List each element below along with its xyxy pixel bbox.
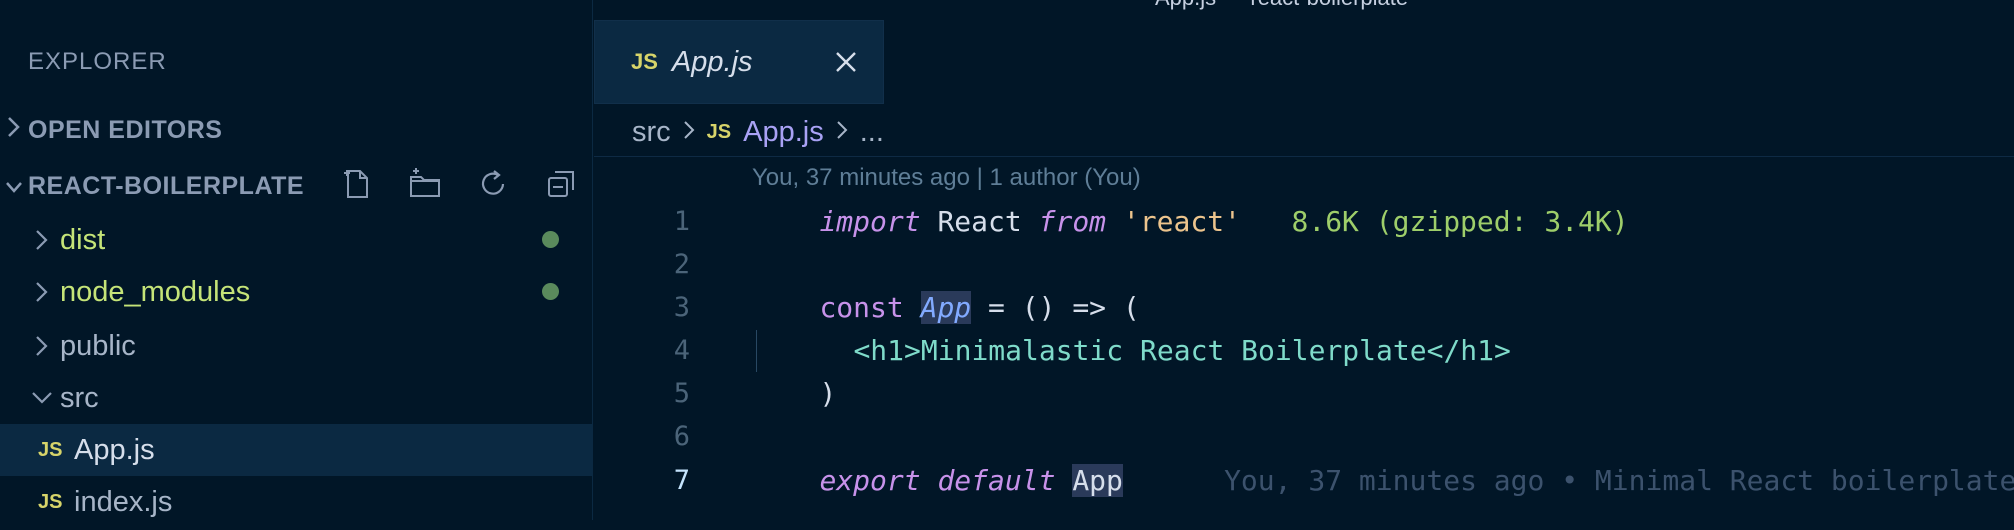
chevron-right-icon: [24, 229, 60, 251]
identifier-highlight: App: [1072, 463, 1123, 497]
keyword: default: [937, 463, 1056, 497]
tab-label: App.js: [671, 45, 753, 78]
chevron-right-icon: [836, 116, 848, 149]
new-folder-icon[interactable]: [404, 164, 446, 204]
explorer-toolbar: [336, 164, 582, 204]
code-line-5[interactable]: 5 ): [594, 372, 2014, 414]
breadcrumb-folder[interactable]: src: [632, 116, 671, 149]
tree-item-label: node_modules: [60, 275, 251, 308]
line-number: 3: [673, 291, 690, 323]
breadcrumb-more[interactable]: ...: [860, 116, 884, 149]
tree-item-label: App.js: [74, 433, 155, 466]
keyword: export: [819, 463, 921, 497]
code-line-1[interactable]: 1 import React from 'react' 8.6K (gzippe…: [594, 200, 2014, 242]
open-editors-section[interactable]: OPEN EDITORS: [0, 110, 222, 150]
tree-item-label: index.js: [74, 485, 173, 518]
collapse-all-icon[interactable]: [540, 164, 582, 204]
line-number: 5: [673, 377, 690, 409]
editor-divider: [594, 156, 2014, 157]
js-file-icon: JS: [706, 120, 732, 143]
keyword: from: [1038, 204, 1107, 238]
code-line-7[interactable]: 7 export default App You, 37 minutes ago…: [594, 459, 2014, 501]
tree-file-app-js[interactable]: JS App.js: [0, 424, 592, 476]
line-number: 2: [673, 248, 690, 280]
git-blame-annotation: You, 37 minutes ago • Minimal React boil…: [1224, 463, 2014, 497]
close-icon[interactable]: [829, 45, 863, 79]
breadcrumb: src JS App.js ...: [632, 112, 884, 152]
tree-item-label: src: [60, 381, 99, 414]
new-file-icon[interactable]: [336, 164, 378, 204]
jsx-element: <h1>Minimalastic React Boilerplate</h1>: [853, 333, 1511, 367]
line-number: 1: [673, 205, 690, 237]
import-cost-annotation: 8.6K (gzipped: 3.4K): [1240, 204, 1629, 238]
tree-item-label: public: [60, 329, 136, 362]
modified-dot: [542, 283, 559, 300]
chevron-right-icon: [683, 116, 695, 149]
tree-folder-public[interactable]: public: [0, 320, 592, 372]
line-number: 6: [673, 420, 690, 452]
tree-item-label: dist: [60, 223, 106, 256]
open-editors-label: OPEN EDITORS: [28, 115, 223, 144]
tree-folder-node-modules[interactable]: node_modules: [0, 266, 592, 318]
tree-folder-dist[interactable]: dist: [0, 214, 592, 266]
chevron-right-icon: [24, 335, 60, 357]
js-file-icon: JS: [631, 49, 658, 74]
tab-app-js[interactable]: JS App.js: [594, 20, 884, 104]
js-file-icon: JS: [38, 438, 63, 461]
chevron-down-icon: [0, 172, 28, 201]
project-name: REACT-BOILERPLATE: [28, 171, 305, 200]
code-text: ): [819, 376, 837, 410]
project-section[interactable]: REACT-BOILERPLATE: [0, 166, 304, 206]
tree-folder-src[interactable]: src: [0, 372, 592, 424]
refresh-icon[interactable]: [472, 164, 514, 204]
string-literal: 'react': [1106, 204, 1241, 238]
chevron-down-icon: [24, 391, 60, 405]
explorer-sidebar: EXPLORER OPEN EDITORS REACT-BOILERPLATE …: [0, 0, 593, 520]
keyword: import: [819, 204, 921, 238]
explorer-title: EXPLORER: [28, 48, 167, 75]
js-file-icon: JS: [38, 490, 63, 513]
tree-file-index-js[interactable]: JS index.js: [0, 476, 592, 528]
chevron-right-icon: [24, 281, 60, 303]
breadcrumb-file[interactable]: App.js: [743, 116, 824, 149]
line-number: 4: [673, 334, 690, 366]
chevron-right-icon: [0, 116, 28, 145]
window-title: App.js — react-boilerplate: [1155, 0, 1408, 11]
identifier: React: [920, 204, 1039, 238]
modified-dot: [542, 231, 559, 248]
line-number: 7: [673, 464, 690, 496]
